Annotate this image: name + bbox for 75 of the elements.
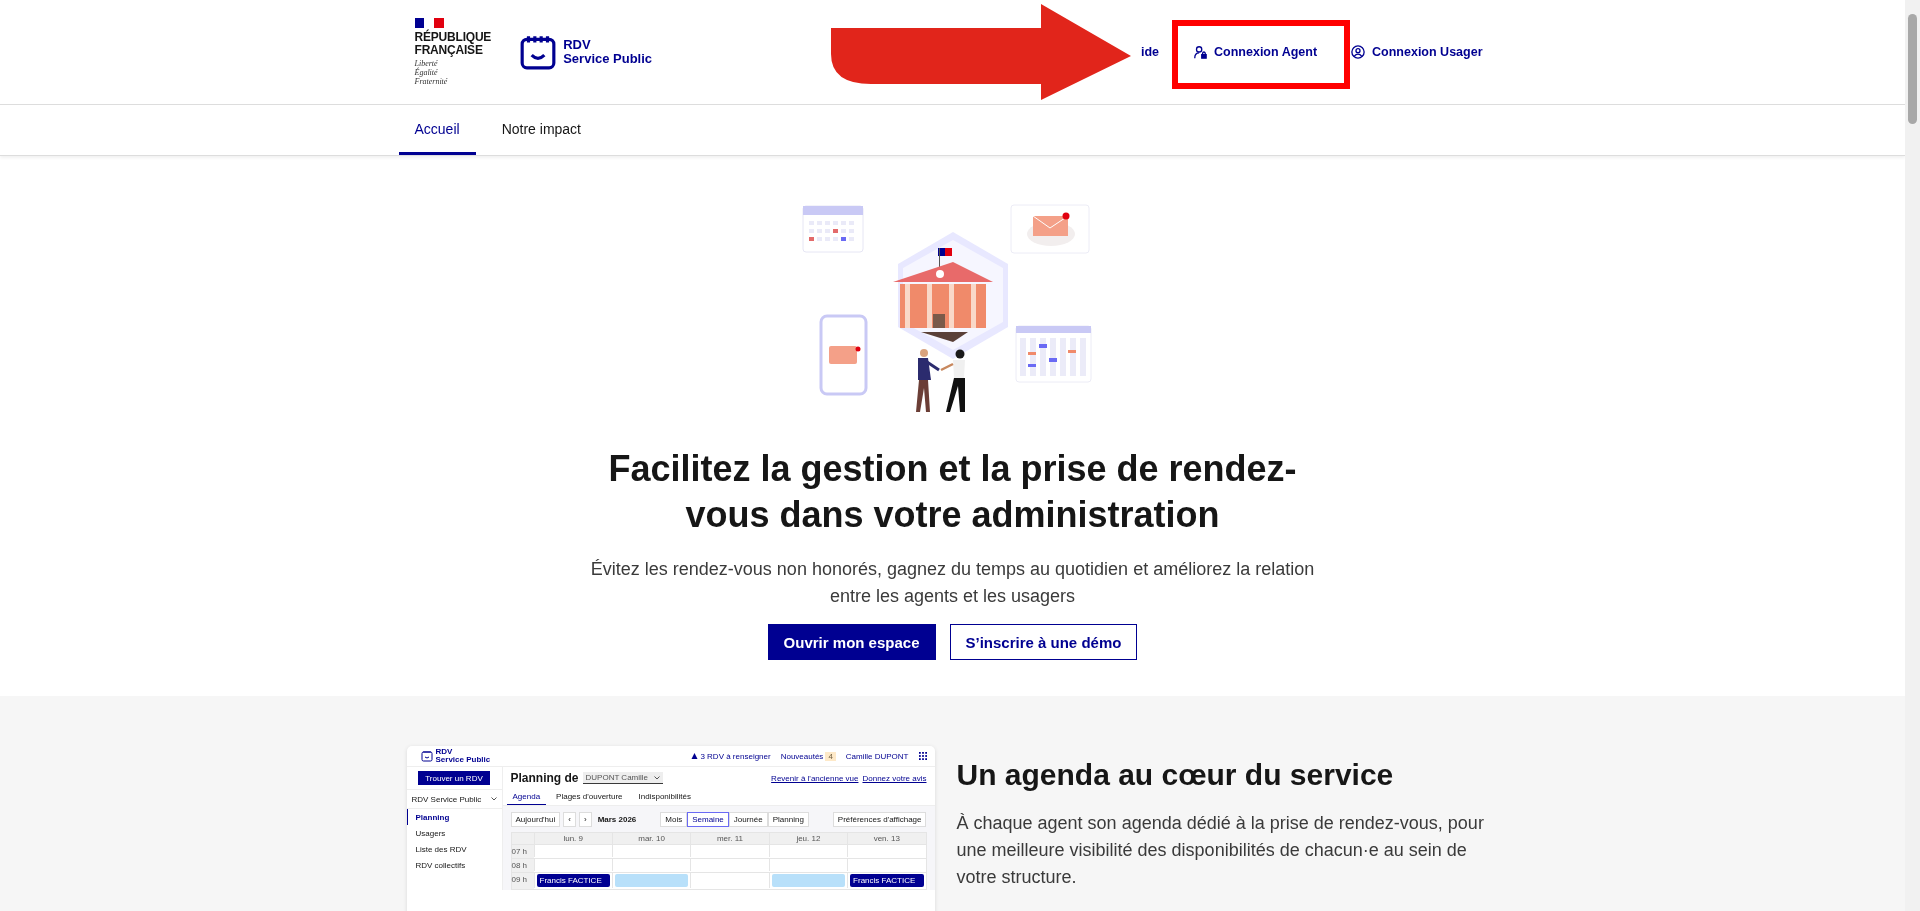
service-name: Service Public bbox=[563, 52, 653, 66]
calendar-cell[interactable] bbox=[690, 858, 769, 871]
day-header: mer. 11 bbox=[690, 833, 769, 844]
user-icon bbox=[1351, 45, 1366, 59]
calendar-cell[interactable] bbox=[611, 844, 691, 857]
view-toggle[interactable]: Journée bbox=[728, 811, 768, 827]
motto-text: Liberté bbox=[414, 60, 439, 68]
calendar-cell[interactable] bbox=[847, 858, 926, 871]
find-appointment-button[interactable]: Trouver un RDV bbox=[418, 771, 490, 785]
header-link[interactable]: ide bbox=[1141, 45, 1160, 59]
chevron-down-icon bbox=[490, 797, 497, 801]
view-toggle[interactable]: Semaine bbox=[687, 811, 729, 827]
day-header: ven. 13 bbox=[847, 833, 926, 844]
agent-select[interactable]: DUPONT Camille bbox=[582, 772, 664, 784]
motto-text: Égalité bbox=[414, 69, 439, 77]
chevron-down-icon bbox=[654, 775, 661, 780]
page-title: Planning de bbox=[510, 771, 579, 785]
display-preferences-button[interactable]: Préférences d'affichage bbox=[832, 811, 927, 827]
logo-text: Service Public bbox=[435, 756, 491, 764]
day-header: mar. 10 bbox=[611, 833, 691, 844]
tab[interactable]: Plages d'ouverture bbox=[550, 789, 629, 805]
scrollbar[interactable] bbox=[1905, 0, 1920, 911]
today-button[interactable]: Aujourd'hui bbox=[510, 811, 561, 827]
organization-selector[interactable]: RDV Service Public bbox=[406, 789, 502, 809]
calendar-icon bbox=[519, 33, 558, 71]
text-link[interactable]: Revenir à l'ancienne vue bbox=[771, 773, 859, 783]
hero-subtitle: Évitez les rendez-vous non honorés, gagnez du temps au quotidien et améliorez la relation entre les agents et les usagers bbox=[589, 558, 1316, 608]
nav-tab[interactable]: Notre impact bbox=[485, 105, 597, 155]
calendar-cell[interactable] bbox=[847, 844, 926, 857]
logo-text: RÉPUBLIQUE bbox=[414, 31, 492, 43]
view-toggle[interactable]: Planning bbox=[767, 811, 809, 827]
header-link[interactable]: Connexion Agent bbox=[1193, 45, 1318, 59]
previous-button[interactable]: ‹ bbox=[563, 811, 576, 827]
flag-icon bbox=[414, 18, 444, 28]
sidebar-item[interactable]: RDV collectifs bbox=[406, 857, 502, 873]
grid-menu-icon[interactable] bbox=[918, 752, 927, 760]
text-link[interactable]: Donnez votre avis bbox=[862, 773, 927, 783]
service-name: RDV bbox=[563, 38, 592, 52]
hero-title: Facilitez la gestion et la prise de rendez-vous dans votre administration bbox=[607, 447, 1298, 537]
calendar-cell[interactable] bbox=[690, 872, 769, 888]
day-header: jeu. 12 bbox=[768, 833, 848, 844]
nav-tab[interactable]: Accueil bbox=[398, 105, 476, 155]
hour-label: 09 h bbox=[511, 872, 534, 889]
news-link[interactable]: Nouveautés bbox=[780, 751, 824, 761]
sidebar-item[interactable]: Usagers bbox=[406, 825, 502, 841]
user-menu[interactable]: Camille DUPONT bbox=[845, 751, 909, 761]
month-label: Mars 2026 bbox=[597, 814, 637, 824]
cta-button[interactable]: S’inscrire à une démo bbox=[949, 624, 1138, 660]
alert-link[interactable]: 3 RDV à renseigner bbox=[691, 751, 771, 761]
calendar-cell[interactable] bbox=[690, 844, 769, 857]
calendar-icon bbox=[420, 750, 433, 762]
calendar-cell[interactable] bbox=[611, 858, 691, 871]
next-button[interactable]: › bbox=[578, 811, 592, 827]
header-link[interactable]: Connexion Usager bbox=[1351, 45, 1483, 59]
calendar-cell[interactable] bbox=[768, 844, 848, 857]
warning-icon bbox=[691, 753, 699, 759]
logo-text: RDV bbox=[435, 748, 454, 756]
logo-text: FRANÇAISE bbox=[414, 44, 483, 56]
calendar-cell[interactable] bbox=[768, 858, 848, 871]
motto-text: Fraternité bbox=[414, 78, 449, 86]
tab[interactable]: Agenda bbox=[506, 789, 547, 805]
calendar-cell[interactable] bbox=[533, 858, 612, 871]
user-lock-icon bbox=[1193, 45, 1208, 59]
view-toggle[interactable]: Mois bbox=[660, 811, 688, 827]
hour-label: 08 h bbox=[511, 858, 534, 872]
cta-button[interactable]: Ouvrir mon espace bbox=[767, 624, 936, 660]
tab[interactable]: Indisponibilités bbox=[632, 789, 698, 805]
hour-label: 07 h bbox=[511, 844, 534, 858]
sidebar-item[interactable]: Planning bbox=[406, 809, 502, 825]
count-badge: 4 bbox=[825, 751, 836, 761]
section-title: Un agenda au cœur du service bbox=[956, 757, 1395, 793]
day-header: lun. 9 bbox=[533, 833, 612, 844]
section-text: À chaque agent son agenda dédié à la prise de rendez-vous, pour une meilleure visibilité des disponibilités de chacun·e au sein de votre structure. bbox=[956, 812, 1485, 889]
sidebar-item[interactable]: Liste des RDV bbox=[406, 841, 502, 857]
calendar-cell[interactable] bbox=[533, 844, 612, 857]
